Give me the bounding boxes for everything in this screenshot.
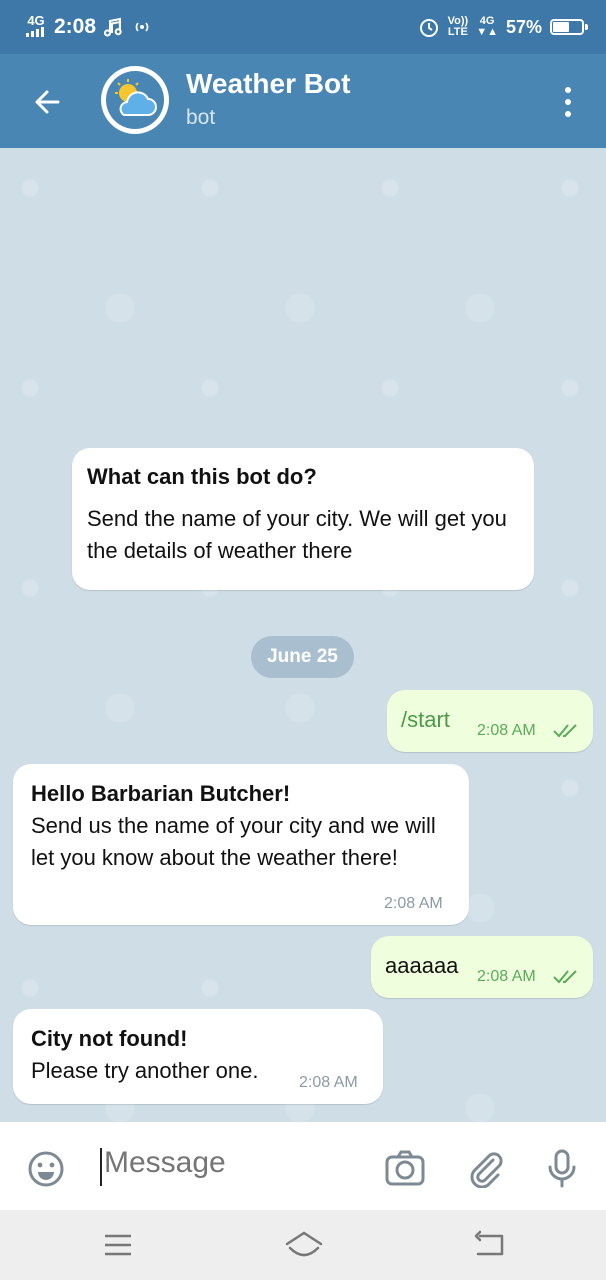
emoji-icon[interactable]: [27, 1150, 65, 1188]
outgoing-message[interactable]: /start 2:08 AM: [387, 690, 593, 752]
incoming-message[interactable]: City not found! Please try another one. …: [13, 1009, 383, 1104]
battery-percent: 57%: [505, 16, 542, 37]
volte-indicator: Vo)) LTE: [448, 16, 469, 38]
network2-indicator: 4G ▼▲: [476, 16, 498, 38]
microphone-icon[interactable]: [543, 1148, 581, 1188]
back-nav-icon[interactable]: [472, 1230, 506, 1258]
message-time: 2:08 AM: [384, 895, 443, 912]
back-arrow-icon[interactable]: [26, 80, 70, 124]
recent-apps-icon[interactable]: [103, 1232, 133, 1258]
text-cursor: [100, 1148, 102, 1186]
chat-subtitle: bot: [186, 106, 216, 129]
attach-icon[interactable]: [465, 1148, 505, 1188]
clock: 2:08: [54, 15, 97, 38]
message-input[interactable]: [104, 1146, 364, 1180]
chat-area[interactable]: What can this bot do? Send the name of y…: [0, 148, 606, 1122]
bot-info-card: What can this bot do? Send the name of y…: [72, 448, 534, 590]
double-check-icon: [553, 970, 577, 984]
message-composer: [0, 1122, 606, 1210]
incoming-message[interactable]: Hello Barbarian Butcher! Send us the nam…: [13, 764, 469, 925]
battery-fill: [553, 22, 569, 32]
info-card-text: Send the name of your city. We will get …: [87, 506, 507, 563]
status-left: 4G 2:08: [26, 13, 152, 39]
data-arrows-icon: ▼▲: [476, 26, 498, 38]
message-title: Hello Barbarian Butcher!: [31, 781, 291, 806]
alarm-icon: [419, 19, 438, 37]
message-time: 2:08 AM: [477, 722, 536, 739]
hotspot-icon: [135, 22, 149, 32]
signal-icon: [26, 27, 44, 37]
battery-icon: [550, 19, 588, 35]
double-check-icon: [553, 724, 577, 738]
message-time: 2:08 AM: [477, 968, 536, 985]
network-indicator: 4G: [26, 13, 46, 39]
chat-title[interactable]: Weather Bot: [186, 68, 350, 100]
message-text: /start: [401, 707, 450, 732]
message-text: Send us the name of your city and we wil…: [31, 813, 436, 870]
weather-cloud-icon: [106, 71, 164, 129]
network-label: 4G: [27, 13, 45, 28]
message-title: City not found!: [31, 1026, 188, 1051]
message-text: aaaaaa: [385, 953, 459, 978]
status-right: Vo)) LTE 4G ▼▲ 57%: [418, 16, 588, 38]
info-card-title: What can this bot do?: [87, 464, 317, 489]
message-time: 2:08 AM: [299, 1074, 358, 1091]
camera-icon[interactable]: [384, 1148, 426, 1188]
date-separator: June 25: [251, 636, 354, 678]
home-icon[interactable]: [284, 1230, 324, 1260]
status-bar: 4G 2:08 Vo)) LTE 4G ▼▲ 57%: [0, 0, 606, 54]
music-icon: [104, 17, 122, 37]
system-nav-bar: [0, 1210, 606, 1280]
outgoing-message[interactable]: aaaaaa 2:08 AM: [371, 936, 593, 998]
chat-header: Weather Bot bot: [0, 54, 606, 148]
more-options-icon[interactable]: [558, 84, 578, 120]
avatar[interactable]: [101, 66, 169, 134]
lte-label: LTE: [447, 26, 468, 38]
